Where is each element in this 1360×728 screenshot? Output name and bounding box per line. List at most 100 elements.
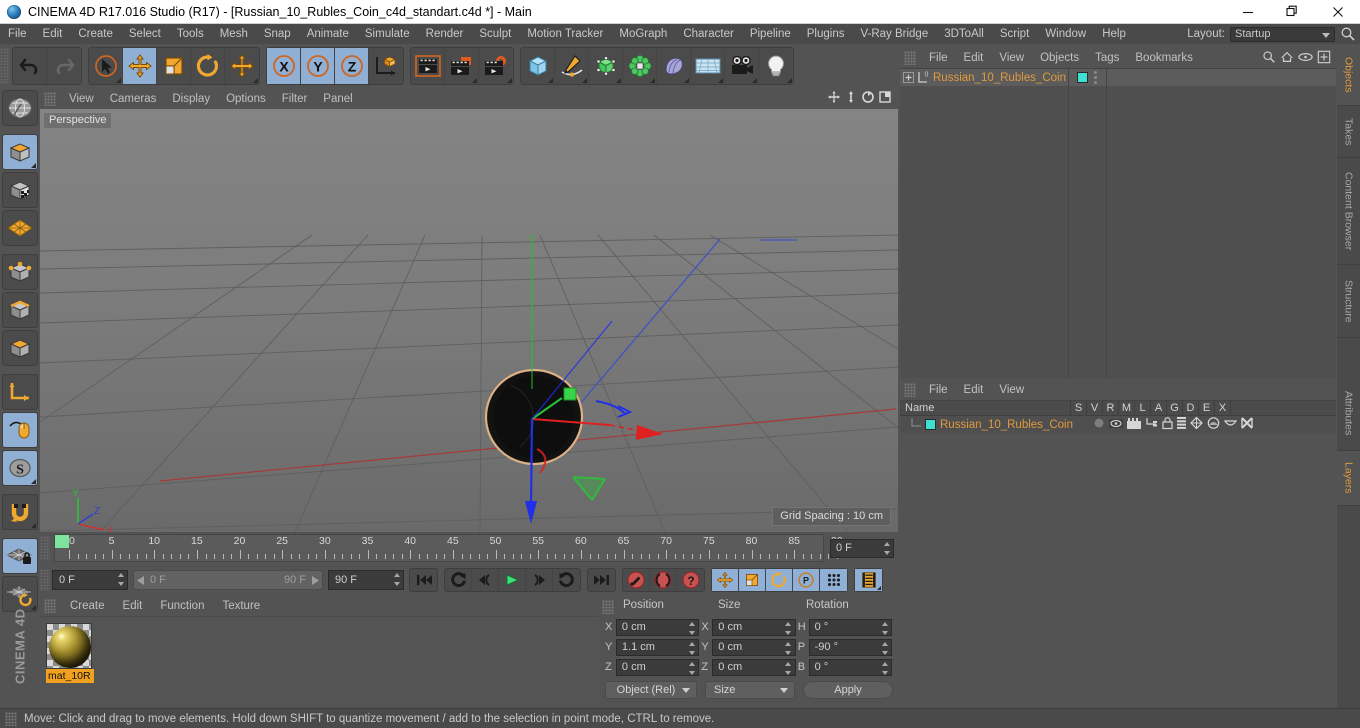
timeline-current-frame-marker[interactable] bbox=[55, 535, 69, 548]
next-frame-button[interactable] bbox=[526, 569, 553, 591]
go-to-end-button[interactable] bbox=[588, 569, 615, 591]
spinner-icon[interactable] bbox=[785, 641, 792, 655]
rotation-p-input[interactable]: -90 ° bbox=[808, 638, 893, 656]
menu-sculpt[interactable]: Sculpt bbox=[471, 24, 519, 44]
menu-character[interactable]: Character bbox=[675, 24, 742, 44]
render-toggle-icon[interactable] bbox=[1126, 417, 1141, 432]
manager-toggle-icon[interactable] bbox=[1145, 417, 1158, 432]
render-region-icon[interactable] bbox=[445, 48, 479, 84]
material-item[interactable]: mat_10R bbox=[46, 623, 94, 683]
position-z-input[interactable]: 0 cm bbox=[615, 658, 700, 676]
vtab-objects[interactable]: Objects bbox=[1337, 44, 1360, 106]
layer-menu-view[interactable]: View bbox=[991, 384, 1032, 396]
spinner-icon[interactable] bbox=[785, 661, 792, 675]
play-forward-button[interactable] bbox=[499, 569, 526, 591]
model-mode-icon[interactable] bbox=[2, 134, 38, 170]
viewport-menu-view[interactable]: View bbox=[61, 93, 102, 105]
eye-icon[interactable] bbox=[1298, 51, 1313, 66]
vtab-content-browser[interactable]: Content Browser bbox=[1337, 158, 1360, 265]
layer-column-v[interactable]: V bbox=[1086, 400, 1102, 416]
viewport-menu-filter[interactable]: Filter bbox=[274, 93, 316, 105]
menu-snap[interactable]: Snap bbox=[256, 24, 299, 44]
material-list[interactable]: mat_10R bbox=[40, 616, 598, 708]
point-level-animation-button[interactable] bbox=[820, 569, 847, 591]
layer-column-x[interactable]: X bbox=[1214, 400, 1230, 416]
cube-primitive-icon[interactable] bbox=[521, 48, 555, 84]
undo-icon[interactable] bbox=[13, 48, 47, 84]
home-icon[interactable] bbox=[1280, 50, 1294, 67]
timeline-ruler[interactable]: 051015202530354045505560657075808590 bbox=[54, 534, 843, 562]
vtab-structure[interactable]: Structure bbox=[1337, 265, 1360, 338]
spinner-icon[interactable] bbox=[883, 541, 890, 555]
layer-column-r[interactable]: R bbox=[1102, 400, 1118, 416]
position-key-button[interactable] bbox=[712, 569, 739, 591]
object-menu-edit[interactable]: Edit bbox=[956, 52, 992, 64]
menu-create[interactable]: Create bbox=[70, 24, 121, 44]
material-menu-edit[interactable]: Edit bbox=[114, 600, 152, 612]
scale-tool-icon[interactable] bbox=[157, 48, 191, 84]
menu-render[interactable]: Render bbox=[418, 24, 472, 44]
workplane-mode-icon[interactable] bbox=[2, 210, 38, 246]
menu-3dtoall[interactable]: 3DToAll bbox=[936, 24, 992, 44]
scale-key-button[interactable] bbox=[739, 569, 766, 591]
visibility-toggle-icon[interactable] bbox=[1108, 418, 1123, 432]
texture-mode-icon[interactable] bbox=[2, 172, 38, 208]
viewport-menu-cameras[interactable]: Cameras bbox=[102, 93, 165, 105]
material-menu-create[interactable]: Create bbox=[61, 600, 114, 612]
snap-magnet-icon[interactable] bbox=[2, 494, 38, 530]
menu-motion-tracker[interactable]: Motion Tracker bbox=[519, 24, 611, 44]
previous-frame-button[interactable] bbox=[472, 569, 499, 591]
toolbar-grip[interactable] bbox=[0, 48, 10, 84]
menu-file[interactable]: File bbox=[0, 24, 35, 44]
material-menu-grip[interactable] bbox=[44, 599, 56, 613]
menu-pipeline[interactable]: Pipeline bbox=[742, 24, 799, 44]
world-object-axis-icon[interactable] bbox=[369, 48, 403, 84]
rotate-tool-icon[interactable] bbox=[191, 48, 225, 84]
current-frame-input[interactable]: 0 F bbox=[52, 570, 128, 590]
layout-dropdown[interactable]: Startup bbox=[1230, 26, 1335, 42]
expression-toggle-icon[interactable] bbox=[1223, 418, 1238, 432]
rotate-view-icon[interactable] bbox=[861, 90, 875, 107]
menu-mograph[interactable]: MoGraph bbox=[611, 24, 675, 44]
autokeying-button[interactable] bbox=[650, 569, 677, 591]
apply-button[interactable]: Apply bbox=[803, 681, 893, 699]
zoom-view-icon[interactable] bbox=[844, 90, 858, 107]
minimize-button[interactable] bbox=[1225, 0, 1270, 24]
position-x-input[interactable]: 0 cm bbox=[615, 618, 700, 636]
timeline-button[interactable] bbox=[855, 569, 882, 591]
coordinate-mode-dropdown[interactable]: Object (Rel) bbox=[605, 681, 697, 699]
vtab-takes[interactable]: Takes bbox=[1337, 106, 1360, 158]
spinner-icon[interactable] bbox=[688, 621, 695, 635]
render-settings-icon[interactable] bbox=[479, 48, 513, 84]
y-axis-lock-icon[interactable]: Y bbox=[301, 48, 335, 84]
menu-tools[interactable]: Tools bbox=[169, 24, 212, 44]
layer-column-l[interactable]: L bbox=[1134, 400, 1150, 416]
redo-icon[interactable] bbox=[47, 48, 81, 84]
spinner-icon[interactable] bbox=[393, 573, 400, 586]
solo-toggle-icon[interactable] bbox=[1093, 417, 1105, 432]
make-editable-icon[interactable] bbox=[2, 90, 38, 126]
search-icon[interactable] bbox=[1262, 50, 1276, 67]
object-menu-bookmarks[interactable]: Bookmarks bbox=[1127, 52, 1201, 64]
spinner-icon[interactable] bbox=[881, 641, 888, 655]
keyframe-selection-button[interactable]: ? bbox=[677, 569, 704, 591]
workplane-lock-icon[interactable] bbox=[2, 538, 38, 574]
record-active-objects-button[interactable] bbox=[623, 569, 650, 591]
points-mode-icon[interactable] bbox=[2, 254, 38, 290]
size-mode-dropdown[interactable]: Size bbox=[705, 681, 795, 699]
edges-mode-icon[interactable] bbox=[2, 292, 38, 328]
generator-icon[interactable] bbox=[589, 48, 623, 84]
timeline-current-frame-field[interactable]: 0 F bbox=[830, 538, 894, 558]
vtab-layers[interactable]: Layers bbox=[1337, 451, 1360, 506]
rotation-key-button[interactable] bbox=[766, 569, 793, 591]
lock-toggle-icon[interactable] bbox=[1162, 417, 1173, 432]
size-z-input[interactable]: 0 cm bbox=[712, 658, 796, 676]
object-menu-view[interactable]: View bbox=[991, 52, 1032, 64]
object-menu-file[interactable]: File bbox=[921, 52, 956, 64]
menu-edit[interactable]: Edit bbox=[35, 24, 71, 44]
layer-manager-grip[interactable] bbox=[904, 383, 916, 397]
max-frame-input[interactable]: 90 F bbox=[328, 570, 404, 590]
viewport-menu-grip[interactable] bbox=[44, 91, 56, 106]
rotation-b-input[interactable]: 0 ° bbox=[808, 658, 893, 676]
menu-window[interactable]: Window bbox=[1037, 24, 1094, 44]
